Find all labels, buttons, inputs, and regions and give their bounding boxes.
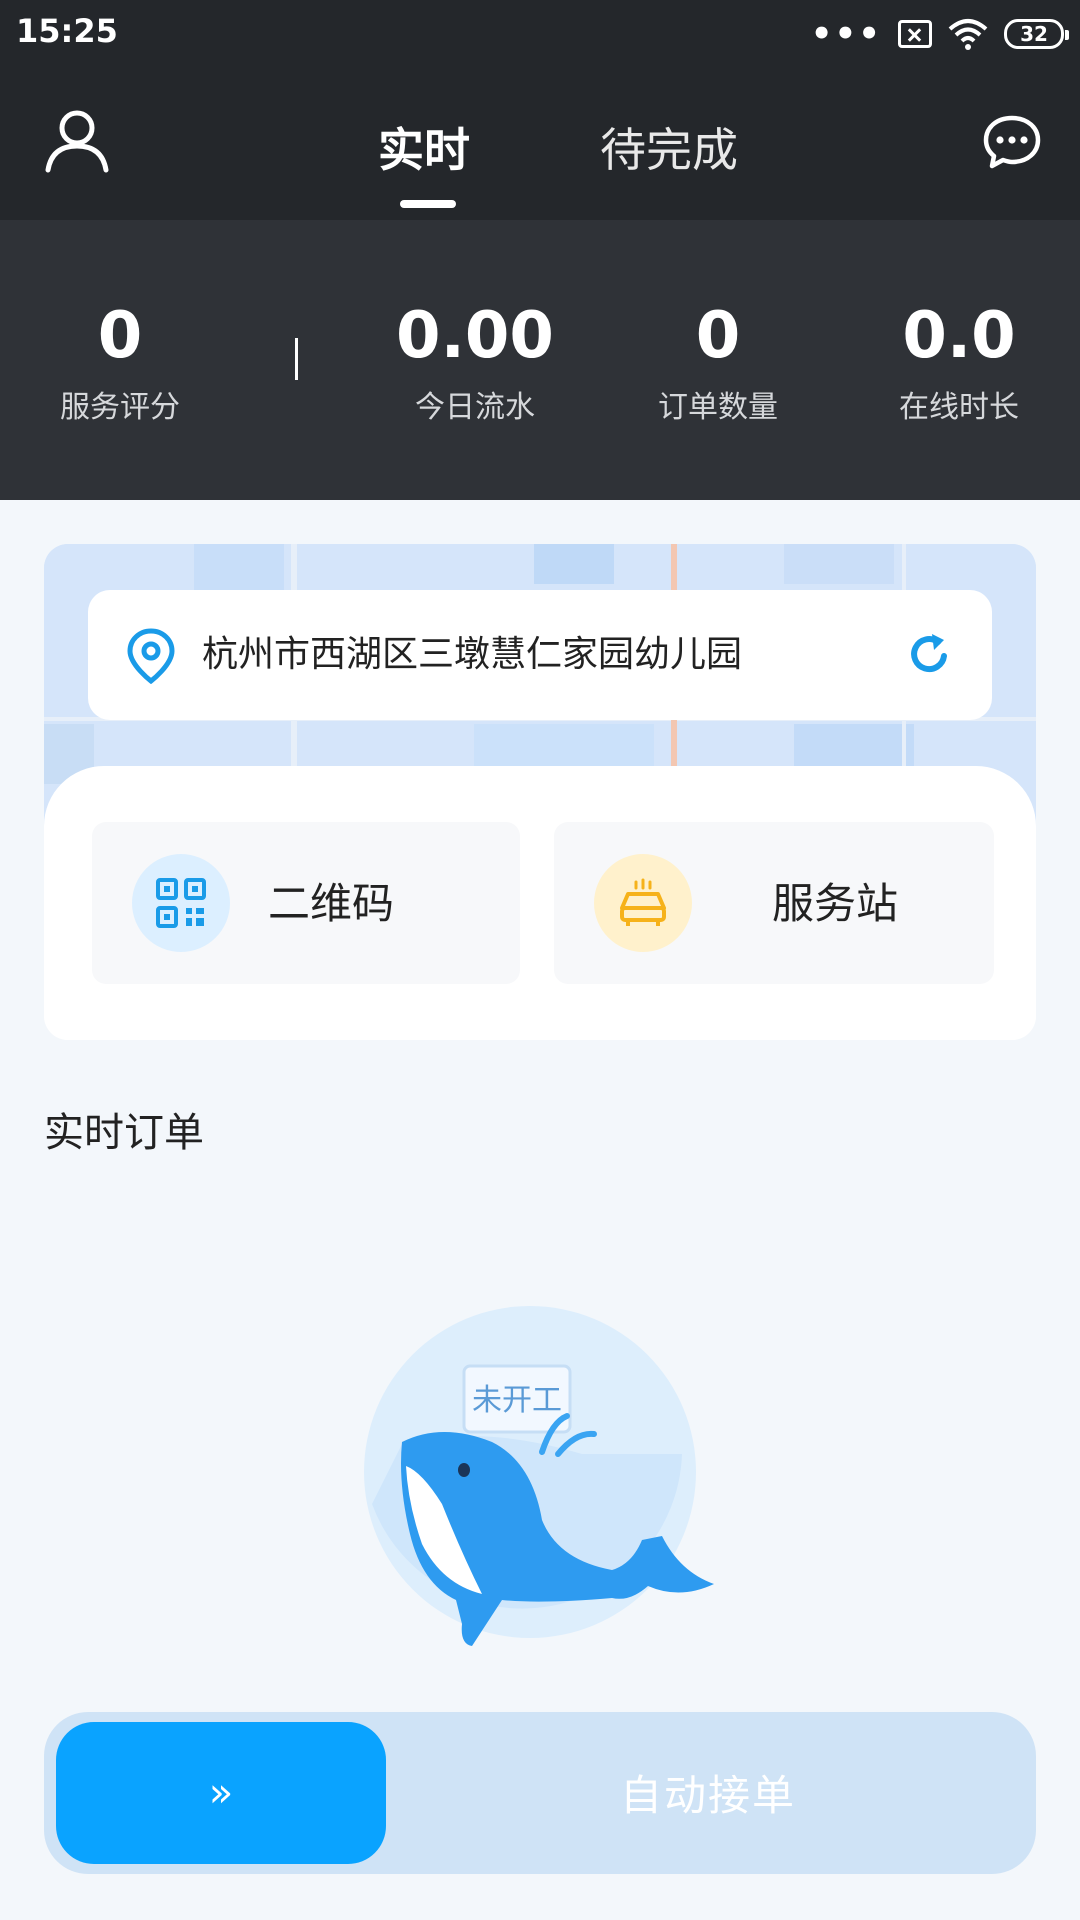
stat-value: 0 xyxy=(695,299,741,373)
qr-code-button[interactable]: 二维码 xyxy=(92,822,520,984)
stat-value: 0.0 xyxy=(902,299,1016,373)
stat-order-count[interactable]: 0 订单数量 xyxy=(638,298,798,426)
status-icons: ••• 32 xyxy=(810,14,1069,54)
qr-code-icon xyxy=(156,878,206,928)
top-nav: 实时 待完成 xyxy=(0,66,1080,220)
refresh-icon[interactable] xyxy=(904,630,954,680)
service-station-label: 服务站 xyxy=(772,879,899,928)
stat-label: 服务评分 xyxy=(60,390,180,425)
service-station-button[interactable]: 服务站 xyxy=(554,822,994,984)
user-icon[interactable] xyxy=(42,106,112,176)
stat-value: 0 xyxy=(97,299,143,373)
empty-badge-text: 未开工 xyxy=(472,1383,562,1418)
empty-orders-illustration: 未开工 xyxy=(364,1306,714,1646)
stat-service-score[interactable]: 0 服务评分 xyxy=(40,298,200,426)
stat-label: 在线时长 xyxy=(899,390,1019,425)
stat-label: 订单数量 xyxy=(658,390,778,425)
station-icon xyxy=(620,878,666,926)
status-time: 15:25 xyxy=(16,12,118,50)
current-address: 杭州市西湖区三墩慧仁家园幼儿园 xyxy=(202,634,743,675)
more-dots-icon: ••• xyxy=(810,14,882,54)
message-icon[interactable] xyxy=(982,114,1042,170)
tab-pending[interactable]: 待完成 xyxy=(600,114,738,180)
station-icon-circle xyxy=(594,854,692,952)
wifi-icon xyxy=(948,19,988,50)
stat-label: 今日流水 xyxy=(415,390,535,425)
quick-actions: 二维码 服务站 xyxy=(44,766,1036,1040)
stat-online-hours[interactable]: 0.0 在线时长 xyxy=(879,298,1039,426)
tab-realtime[interactable]: 实时 xyxy=(378,114,470,180)
address-bar[interactable]: 杭州市西湖区三墩慧仁家园幼儿园 xyxy=(88,590,992,720)
battery-indicator: 32 xyxy=(1004,19,1069,49)
qr-code-label: 二维码 xyxy=(268,879,395,928)
status-bar: 15:25 ••• 32 xyxy=(0,0,1080,66)
stat-today-revenue[interactable]: 0.00 今日流水 xyxy=(395,298,555,426)
qr-icon-circle xyxy=(132,854,230,952)
stat-divider xyxy=(295,338,298,380)
slider-label: 自动接单 xyxy=(620,1771,797,1820)
slider-handle[interactable]: » xyxy=(56,1722,386,1864)
location-card: 杭州市西湖区三墩慧仁家园幼儿园 二维码 服务站 xyxy=(44,544,1036,1040)
active-tab-indicator xyxy=(400,200,456,208)
stats-bar: 0 服务评分 0.00 今日流水 0 订单数量 0.0 在线时长 xyxy=(0,220,1080,500)
location-pin-icon xyxy=(127,628,175,684)
stat-value: 0.00 xyxy=(396,299,554,373)
auto-accept-slider[interactable]: 自动接单 » xyxy=(44,1712,1036,1874)
no-sim-icon xyxy=(898,20,932,48)
realtime-orders-title: 实时订单 xyxy=(44,1110,204,1156)
